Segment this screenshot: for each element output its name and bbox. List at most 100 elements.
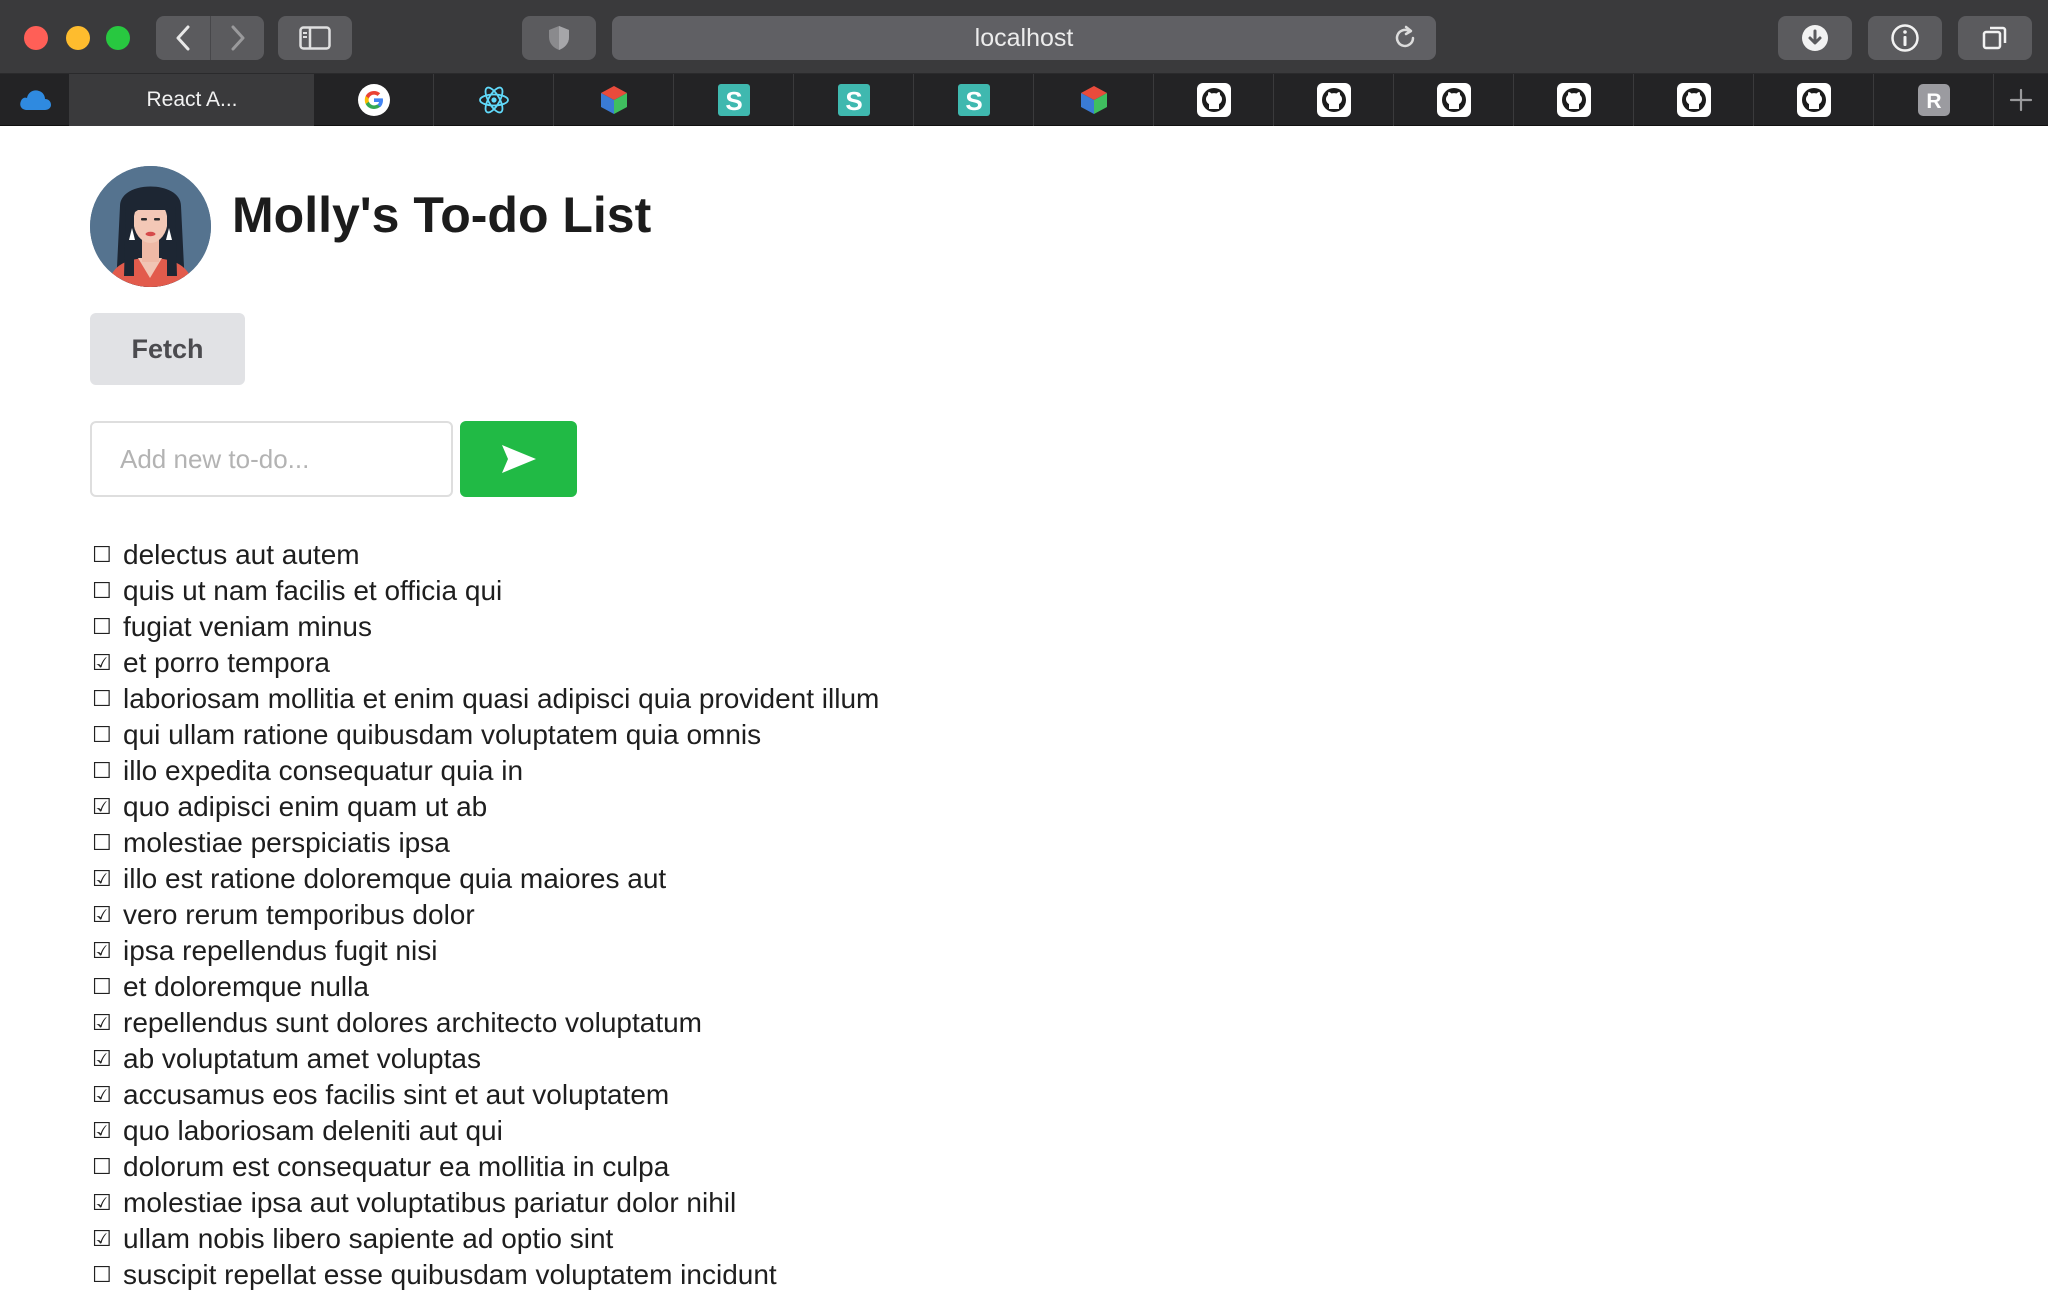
todo-list: ☐ delectus aut autem ☐ quis ut nam facilis … xyxy=(92,537,879,1293)
favorite-stackblitz-2[interactable]: S xyxy=(794,74,914,126)
unchecked-box-icon[interactable]: ☐ xyxy=(92,579,120,604)
checked-box-icon[interactable]: ☑ xyxy=(92,1011,120,1036)
minimize-window-button[interactable] xyxy=(66,26,90,50)
favorite-github-3[interactable] xyxy=(1394,74,1514,126)
todo-text: vero rerum temporibus dolor xyxy=(123,899,475,930)
favorite-google[interactable] xyxy=(314,74,434,126)
todo-item[interactable]: ☑ quo laboriosam deleniti aut qui xyxy=(92,1113,879,1149)
svg-text:S: S xyxy=(965,86,982,116)
favorite-r-letter: R xyxy=(1926,90,1941,113)
todo-item[interactable]: ☐ suscipit repellat esse quibusdam volupt… xyxy=(92,1257,879,1293)
svg-text:S: S xyxy=(845,86,862,116)
woman-portrait-image xyxy=(90,166,211,287)
todo-text: illo expedita consequatur quia in xyxy=(123,755,524,786)
todo-item[interactable]: ☑ ullam nobis libero sapiente ad optio si… xyxy=(92,1221,879,1257)
address-bar[interactable]: localhost xyxy=(612,16,1436,60)
reload-icon[interactable] xyxy=(1392,25,1418,51)
icloud-tabs-button[interactable] xyxy=(0,74,70,126)
todo-item[interactable]: ☑ quo adipisci enim quam ut ab xyxy=(92,789,879,825)
todo-item[interactable]: ☐ qui ullam ratione quibusdam voluptatem … xyxy=(92,717,879,753)
unchecked-box-icon[interactable]: ☐ xyxy=(92,723,120,748)
favorite-github-5[interactable] xyxy=(1634,74,1754,126)
close-window-button[interactable] xyxy=(24,26,48,50)
todo-text: fugiat veniam minus xyxy=(123,611,373,642)
new-tab-button[interactable] xyxy=(1994,74,2048,125)
github-icon xyxy=(1436,83,1471,117)
todo-text: accusamus eos facilis sint et aut volupt… xyxy=(123,1079,670,1110)
todo-text: qui ullam ratione quibusdam voluptatem q… xyxy=(123,719,762,750)
fetch-button[interactable]: Fetch xyxy=(90,313,245,385)
favorite-react[interactable] xyxy=(434,74,554,126)
forward-button[interactable] xyxy=(210,16,264,60)
github-icon xyxy=(1796,83,1831,117)
todo-item[interactable]: ☐ molestiae perspiciatis ipsa xyxy=(92,825,879,861)
todo-item[interactable]: ☑ et porro tempora xyxy=(92,645,879,681)
downloads-button[interactable] xyxy=(1778,16,1852,60)
todo-item[interactable]: ☐ illo expedita consequatur quia in xyxy=(92,753,879,789)
checked-box-icon[interactable]: ☑ xyxy=(92,1191,120,1216)
checked-box-icon[interactable]: ☑ xyxy=(92,867,120,892)
page-info-button[interactable] xyxy=(1868,16,1942,60)
todo-text: quis ut nam facilis et officia qui xyxy=(123,575,503,606)
sidebar-toggle-button[interactable] xyxy=(278,16,352,60)
stackblitz-s-icon: S xyxy=(717,84,750,116)
todo-text: et porro tempora xyxy=(123,647,330,678)
url-text: localhost xyxy=(974,23,1074,52)
zoom-window-button[interactable] xyxy=(106,26,130,50)
favorite-github-4[interactable] xyxy=(1514,74,1634,126)
todo-item[interactable]: ☑ molestiae ipsa aut voluptatibus pariatu… xyxy=(92,1185,879,1221)
unchecked-box-icon[interactable]: ☐ xyxy=(92,975,120,1000)
navigation-buttons xyxy=(156,16,264,60)
todo-item[interactable]: ☑ accusamus eos facilis sint et aut volup… xyxy=(92,1077,879,1113)
unchecked-box-icon[interactable]: ☐ xyxy=(92,1263,120,1288)
checked-box-icon[interactable]: ☑ xyxy=(92,939,120,964)
new-todo-input[interactable] xyxy=(90,421,453,497)
todo-text: illo est ratione doloremque quia maiores… xyxy=(123,863,667,894)
favorite-r[interactable]: R xyxy=(1874,74,1994,126)
tab-overview-button[interactable] xyxy=(1958,16,2032,60)
unchecked-box-icon[interactable]: ☐ xyxy=(92,1155,120,1180)
unchecked-box-icon[interactable]: ☐ xyxy=(92,831,120,856)
favorite-github-1[interactable] xyxy=(1154,74,1274,126)
checked-box-icon[interactable]: ☑ xyxy=(92,1227,120,1252)
page-title: Molly's To-do List xyxy=(232,187,652,243)
todo-text: molestiae ipsa aut voluptatibus pariatur… xyxy=(123,1187,737,1218)
checked-box-icon[interactable]: ☑ xyxy=(92,1119,120,1144)
checked-box-icon[interactable]: ☑ xyxy=(92,651,120,676)
tab-react-app[interactable]: React A... xyxy=(70,74,314,126)
todo-item[interactable]: ☑ repellendus sunt dolores architecto vol… xyxy=(92,1005,879,1041)
unchecked-box-icon[interactable]: ☐ xyxy=(92,687,120,712)
todo-item[interactable]: ☐ delectus aut autem xyxy=(92,537,879,573)
favorite-codesandbox-2[interactable] xyxy=(1034,74,1154,126)
todo-item[interactable]: ☑ vero rerum temporibus dolor xyxy=(92,897,879,933)
todo-item[interactable]: ☑ illo est ratione doloremque quia maiore… xyxy=(92,861,879,897)
todo-text: quo laboriosam deleniti aut qui xyxy=(123,1115,503,1146)
add-todo-button[interactable] xyxy=(460,421,577,497)
checked-box-icon[interactable]: ☑ xyxy=(92,795,120,820)
todo-item[interactable]: ☑ ab voluptatum amet voluptas xyxy=(92,1041,879,1077)
todo-item[interactable]: ☑ ipsa repellendus fugit nisi xyxy=(92,933,879,969)
todo-item[interactable]: ☐ fugiat veniam minus xyxy=(92,609,879,645)
favorite-stackblitz-3[interactable]: S xyxy=(914,74,1034,126)
unchecked-box-icon[interactable]: ☐ xyxy=(92,615,120,640)
favorite-stackblitz-1[interactable]: S xyxy=(674,74,794,126)
chevron-left-icon xyxy=(176,25,190,51)
checked-box-icon[interactable]: ☑ xyxy=(92,1083,120,1108)
checked-box-icon[interactable]: ☑ xyxy=(92,1047,120,1072)
favorite-github-6[interactable] xyxy=(1754,74,1874,126)
todo-item[interactable]: ☐ quis ut nam facilis et officia qui xyxy=(92,573,879,609)
todo-item[interactable]: ☐ dolorum est consequatur ea mollitia in … xyxy=(92,1149,879,1185)
checked-box-icon[interactable]: ☑ xyxy=(92,903,120,928)
plus-icon xyxy=(2009,88,2033,111)
todo-text: dolorum est consequatur ea mollitia in c… xyxy=(123,1151,670,1182)
cloud-icon xyxy=(19,90,51,110)
unchecked-box-icon[interactable]: ☐ xyxy=(92,759,120,784)
todo-item[interactable]: ☐ laboriosam mollitia et enim quasi adipi… xyxy=(92,681,879,717)
favorite-codesandbox-1[interactable] xyxy=(554,74,674,126)
unchecked-box-icon[interactable]: ☐ xyxy=(92,543,120,568)
todo-item[interactable]: ☐ et doloremque nulla xyxy=(92,969,879,1005)
back-button[interactable] xyxy=(156,16,210,60)
privacy-report-button[interactable] xyxy=(522,16,596,60)
todo-text: repellendus sunt dolores architecto volu… xyxy=(123,1007,703,1038)
favorite-github-2[interactable] xyxy=(1274,74,1394,126)
